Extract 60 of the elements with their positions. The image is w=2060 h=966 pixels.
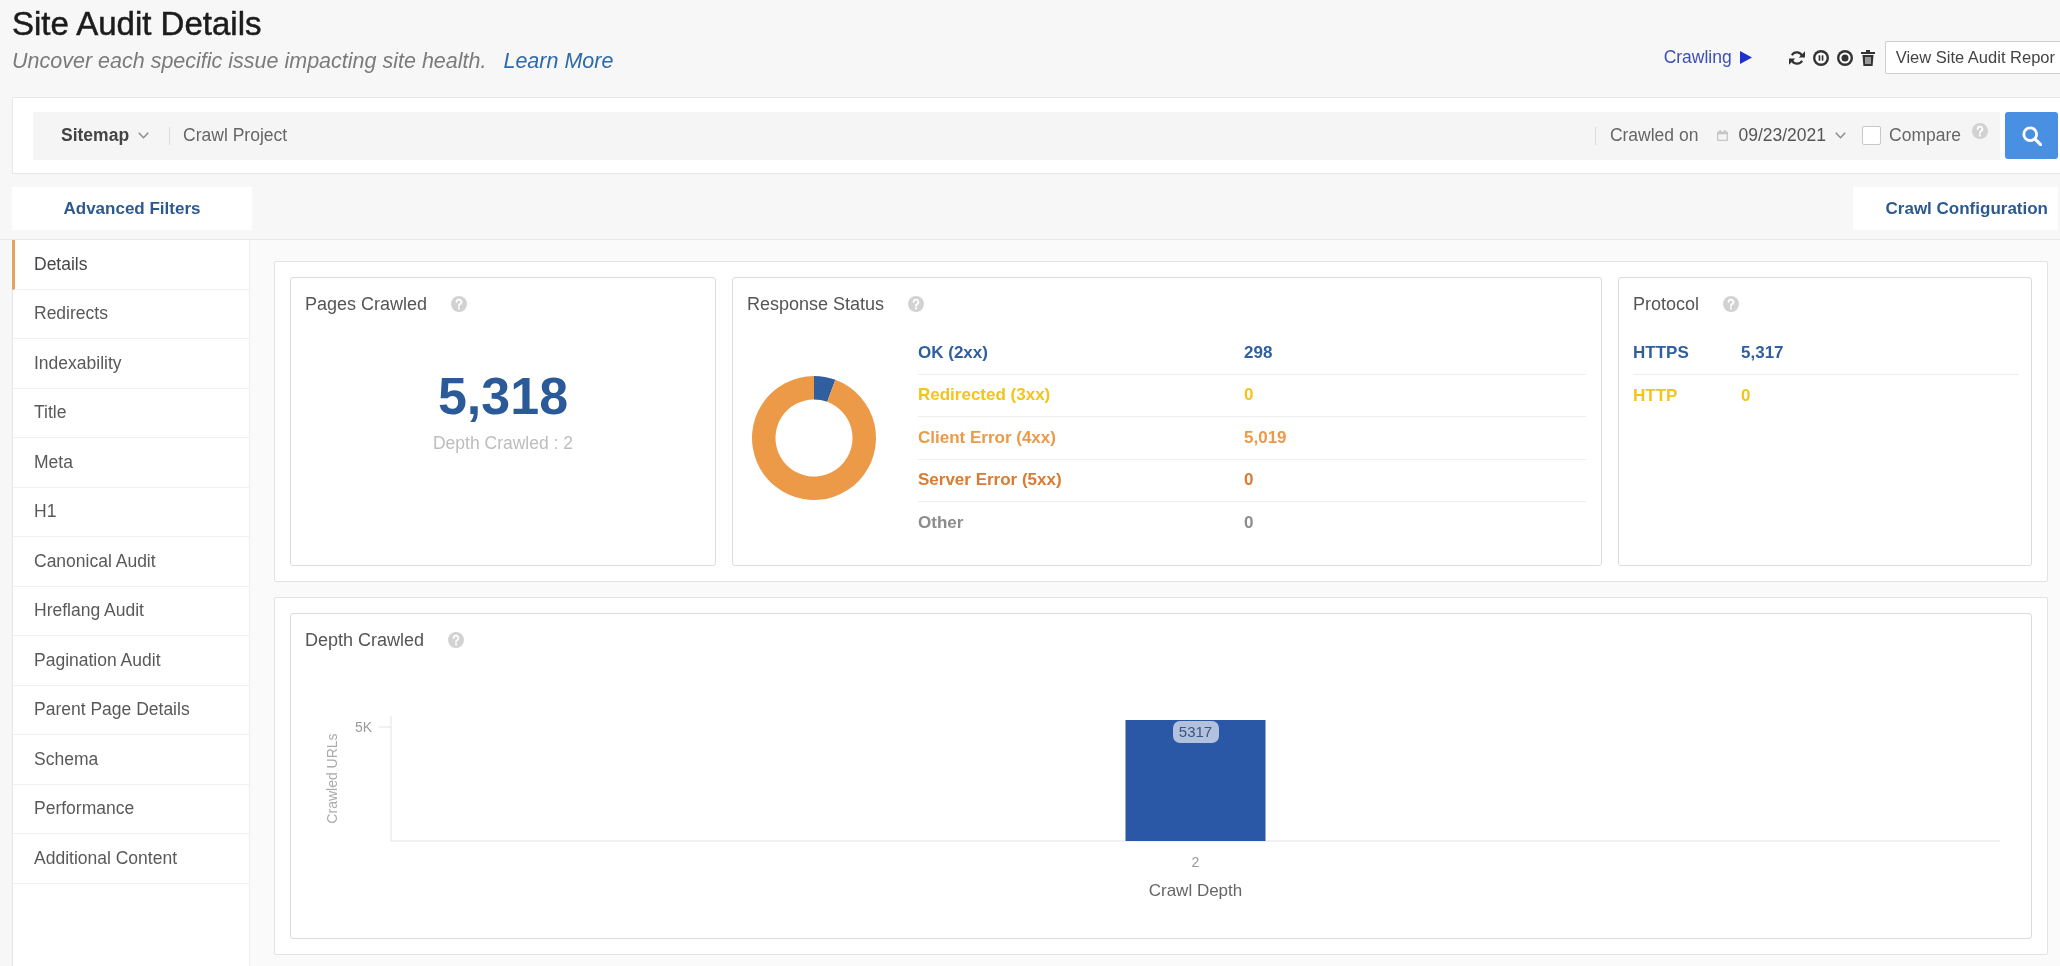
status-count: 5,019 bbox=[1244, 427, 1287, 448]
data-label: 5317 bbox=[1172, 721, 1219, 743]
advanced-filters-button[interactable]: Advanced Filters bbox=[12, 187, 252, 230]
pause-icon[interactable] bbox=[1812, 49, 1829, 66]
sidebar-item[interactable]: Additional Content bbox=[13, 834, 249, 884]
crawl-status: Crawling bbox=[1663, 47, 1732, 68]
y-tick-label: 5K bbox=[354, 719, 372, 735]
status-label: Other bbox=[918, 513, 964, 534]
sidebar-item[interactable]: Redirects bbox=[13, 289, 249, 339]
pages-count: 5,318 bbox=[437, 366, 569, 426]
crawl-configuration-button[interactable]: Crawl Configuration bbox=[1852, 187, 2058, 230]
status-label: Client Error (4xx) bbox=[918, 427, 1056, 448]
crawled-on-label: Crawled on bbox=[1609, 125, 1699, 146]
sidebar-item[interactable]: Meta bbox=[13, 438, 249, 488]
sidebar-item[interactable]: Pagination Audit bbox=[13, 636, 249, 686]
depth-note: Depth Crawled : 2 bbox=[432, 432, 574, 455]
project-name: Crawl Project bbox=[183, 125, 288, 146]
status-count: 0 bbox=[1244, 470, 1254, 491]
sidebar-item[interactable]: Indexability bbox=[13, 339, 249, 389]
compare-label: Compare bbox=[1889, 125, 1961, 146]
caret-icon bbox=[1835, 132, 1846, 139]
calendar-icon bbox=[1717, 130, 1729, 141]
status-label: HTTPS bbox=[1633, 342, 1689, 363]
subtitle: Uncover each specific issue impacting site health. bbox=[12, 48, 487, 75]
sidebar-item[interactable]: Parent Page Details bbox=[13, 685, 249, 735]
sidebar-item[interactable]: Performance bbox=[13, 784, 249, 834]
trash-icon[interactable] bbox=[1860, 49, 1875, 66]
page-title: Site Audit Details bbox=[12, 4, 262, 44]
x-tick-label: 2 bbox=[1191, 854, 1200, 870]
status-label: HTTP bbox=[1633, 385, 1678, 406]
status-label: OK (2xx) bbox=[918, 342, 988, 363]
status-count: 5,317 bbox=[1741, 342, 1784, 363]
refresh-icon[interactable] bbox=[1788, 49, 1805, 66]
search-icon bbox=[2021, 125, 2042, 146]
card-title: Depth Crawled bbox=[305, 629, 425, 651]
x-axis-title: Crawl Depth bbox=[1148, 881, 1243, 900]
search-button[interactable] bbox=[2005, 112, 2058, 159]
y-axis-title: Crawled URLs bbox=[324, 733, 340, 824]
status-label: Server Error (5xx) bbox=[918, 470, 1062, 491]
source-dropdown[interactable]: Sitemap bbox=[61, 125, 150, 146]
card-title: Pages Crawled bbox=[305, 293, 428, 315]
sidebar-item[interactable]: Schema bbox=[13, 735, 249, 785]
caret-icon bbox=[138, 132, 150, 139]
sidebar-item[interactable]: Canonical Audit bbox=[13, 537, 249, 587]
status-count: 0 bbox=[1244, 513, 1254, 534]
play-icon[interactable] bbox=[1739, 51, 1752, 64]
sidebar-item[interactable]: Title bbox=[13, 388, 249, 438]
card-title: Response Status bbox=[747, 293, 885, 315]
status-count: 298 bbox=[1244, 342, 1273, 363]
status-label: Redirected (3xx) bbox=[918, 385, 1051, 406]
sidebar-item[interactable]: Hreflang Audit bbox=[13, 586, 249, 636]
status-count: 0 bbox=[1244, 385, 1254, 406]
compare-checkbox[interactable] bbox=[1862, 126, 1881, 145]
stop-icon[interactable] bbox=[1836, 49, 1853, 66]
sidebar-item[interactable]: H1 bbox=[13, 487, 249, 537]
learn-more-link[interactable]: Learn More bbox=[503, 44, 614, 78]
status-count: 0 bbox=[1741, 385, 1751, 406]
card-title: Protocol bbox=[1633, 293, 1700, 315]
view-report-button[interactable]: View Site Audit Repor bbox=[1884, 41, 2060, 74]
date-dropdown[interactable]: 09/23/2021 bbox=[1717, 125, 1846, 146]
